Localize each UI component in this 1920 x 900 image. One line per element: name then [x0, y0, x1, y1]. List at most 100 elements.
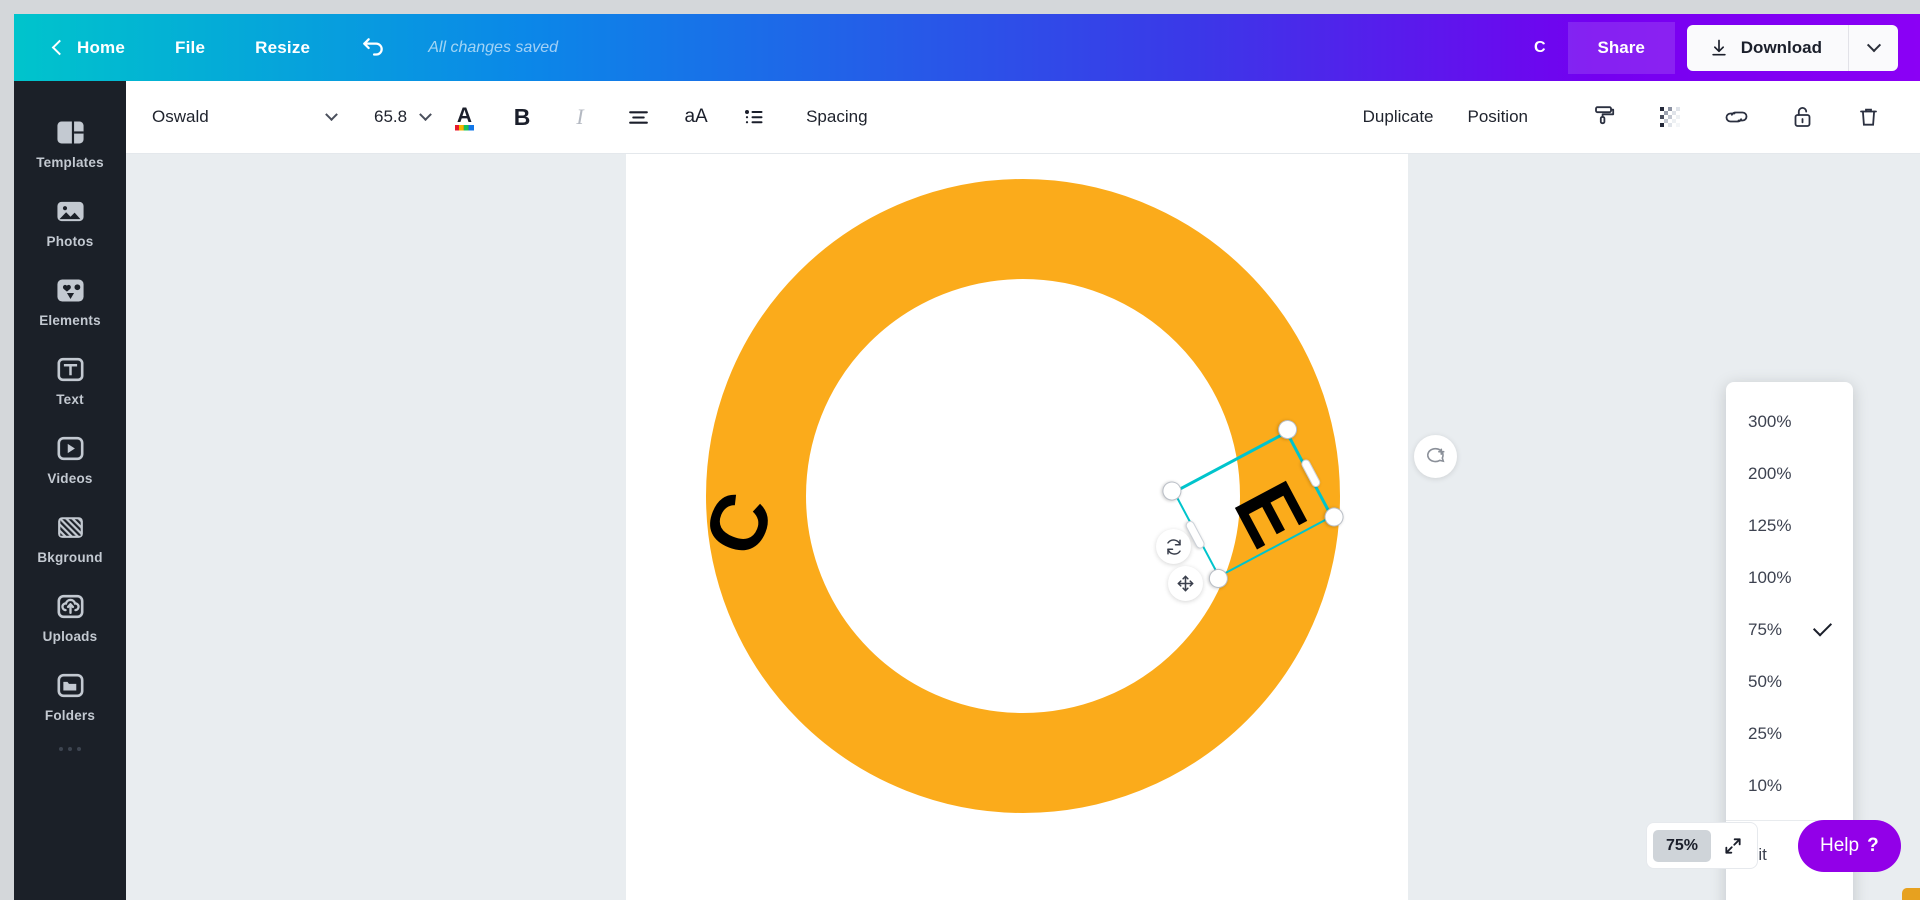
zoom-option-25[interactable]: 25% [1726, 708, 1853, 760]
zoom-option-200[interactable]: 200% [1726, 448, 1853, 500]
elements-icon [56, 279, 84, 302]
sidebar-item-label: Templates [36, 155, 104, 170]
zoom-option-label: 75% [1748, 620, 1783, 639]
rotate-icon[interactable] [1156, 529, 1191, 564]
top-bar-left-group: Home File Resize All changes saved [14, 35, 558, 61]
align-center-icon[interactable] [614, 97, 662, 137]
download-options-button[interactable] [1848, 24, 1898, 71]
font-size-input[interactable]: 65.8 [374, 107, 407, 127]
zoom-option-label: 10% [1748, 776, 1783, 795]
sidebar-item-label: Text [56, 392, 84, 407]
lock-icon[interactable] [1778, 97, 1826, 137]
photos-icon [56, 201, 84, 222]
design-canvas[interactable]: C E [626, 154, 1408, 900]
share-button[interactable]: Share [1567, 21, 1675, 74]
bottom-right-corner-accent [1902, 888, 1920, 900]
trash-icon[interactable] [1844, 97, 1892, 137]
download-button[interactable]: Download [1686, 24, 1848, 71]
download-label: Download [1740, 37, 1822, 57]
home-label: Home [77, 37, 126, 57]
text-color-icon[interactable]: A [440, 97, 488, 137]
toolbar-right-group: Duplicate Position [1363, 97, 1920, 137]
sidebar-item-elements[interactable]: Elements [14, 261, 126, 340]
background-icon [57, 517, 83, 538]
zoom-control: 75% [1646, 822, 1759, 869]
italic-label: I [576, 104, 584, 129]
templates-icon [56, 121, 84, 144]
zoom-option-label: 100% [1748, 568, 1792, 587]
save-status: All changes saved [428, 38, 559, 56]
sidebar-item-label: Photos [46, 234, 94, 249]
zoom-option-300[interactable]: 300% [1726, 396, 1853, 448]
duplicate-button[interactable]: Duplicate [1363, 107, 1434, 127]
zoom-level-button[interactable]: 75% [1653, 829, 1712, 862]
help-question-mark-icon: ? [1867, 835, 1879, 856]
zoom-option-label: 50% [1748, 672, 1783, 691]
top-bar-right-group: C Share Download [1512, 21, 1920, 74]
zoom-option-10[interactable]: 10% [1726, 760, 1853, 812]
more-dots-icon[interactable] [59, 747, 81, 751]
sidebar-item-label: Uploads [42, 629, 98, 644]
zoom-option-75[interactable]: 75% [1726, 604, 1853, 656]
folders-icon [57, 673, 83, 698]
bullet-list-icon[interactable] [730, 97, 778, 137]
paint-roller-icon[interactable] [1580, 97, 1628, 137]
sidebar-item-label: Videos [47, 471, 93, 486]
check-icon [1812, 617, 1833, 637]
help-button[interactable]: Help ? [1798, 820, 1901, 872]
sidebar-item-label: Elements [39, 313, 101, 328]
bold-button[interactable]: B [498, 97, 546, 137]
canva-editor-window: Home File Resize All changes saved C Sha… [14, 14, 1920, 900]
uploads-icon [57, 594, 83, 619]
text-icon [57, 357, 83, 382]
zoom-option-125[interactable]: 125% [1726, 500, 1853, 552]
undo-icon[interactable] [360, 35, 386, 61]
move-icon[interactable] [1168, 566, 1203, 601]
zoom-option-50[interactable]: 50% [1726, 656, 1853, 708]
download-icon [1712, 39, 1726, 56]
top-bar: Home File Resize All changes saved C Sha… [14, 14, 1920, 81]
font-family-chevron-down-icon[interactable] [325, 107, 338, 121]
videos-icon [57, 436, 83, 461]
expand-icon[interactable] [1715, 836, 1751, 856]
home-button[interactable]: Home [51, 37, 126, 58]
download-group: Download [1686, 24, 1898, 71]
sidebar-item-photos[interactable]: Photos [14, 182, 126, 261]
sidebar-item-folders[interactable]: Folders [14, 656, 126, 735]
svg-text:A: A [457, 104, 472, 127]
file-menu[interactable]: File [175, 38, 205, 58]
case-label: aA [684, 106, 708, 127]
chevron-left-icon [51, 39, 68, 56]
sidebar-item-label: Bkground [37, 550, 103, 565]
font-size-chevron-down-icon[interactable] [419, 107, 432, 121]
sidebar-item-text[interactable]: Text [14, 340, 126, 419]
chevron-down-icon [1866, 37, 1881, 52]
toolbar-left-group: Oswald 65.8 A B I aA Spacing [126, 97, 868, 137]
left-sidebar: Templates Photos Elements Text Videos Bk… [14, 81, 126, 900]
transparency-icon[interactable] [1646, 97, 1694, 137]
work-area: C E 300% 200% 125% 100% 75% 50% 25% 10% [126, 154, 1920, 900]
sidebar-item-videos[interactable]: Videos [14, 419, 126, 498]
help-label: Help [1820, 835, 1860, 856]
spacing-button[interactable]: Spacing [806, 107, 867, 127]
link-icon[interactable] [1712, 97, 1760, 137]
zoom-option-label: 200% [1748, 464, 1792, 483]
zoom-option-fill[interactable]: Fill [1726, 881, 1853, 900]
add-comment-icon[interactable] [1414, 435, 1457, 478]
font-family-select[interactable]: Oswald [152, 107, 327, 127]
bold-label: B [513, 103, 531, 130]
account-avatar[interactable]: C [1512, 39, 1568, 57]
zoom-option-label: 25% [1748, 724, 1783, 743]
text-case-button[interactable]: aA [672, 97, 720, 137]
sidebar-item-uploads[interactable]: Uploads [14, 577, 126, 656]
sidebar-item-templates[interactable]: Templates [14, 103, 126, 182]
zoom-option-100[interactable]: 100% [1726, 552, 1853, 604]
sidebar-item-label: Folders [44, 708, 96, 723]
zoom-option-label: 125% [1748, 516, 1792, 535]
resize-button[interactable]: Resize [255, 38, 310, 58]
italic-button[interactable]: I [556, 97, 604, 137]
sidebar-item-background[interactable]: Bkground [14, 498, 126, 577]
zoom-option-label: 300% [1748, 412, 1792, 431]
position-button[interactable]: Position [1468, 107, 1528, 127]
text-toolbar: Oswald 65.8 A B I aA Spacing Duplicate P… [126, 81, 1920, 154]
